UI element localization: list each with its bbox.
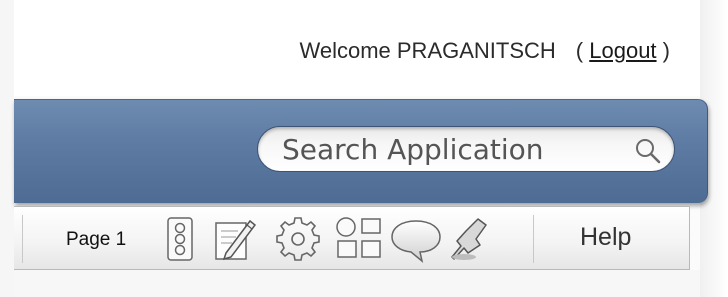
search-icon[interactable]: [634, 137, 662, 165]
toolbar-divider: [22, 215, 23, 263]
page-layout-icon[interactable]: [332, 215, 386, 263]
welcome-message: Welcome PRAGANITSCH ( Logout ): [299, 38, 670, 64]
help-link[interactable]: Help: [580, 223, 631, 252]
search-application-input[interactable]: [282, 131, 612, 167]
welcome-text: Welcome PRAGANITSCH: [299, 38, 556, 63]
comments-icon[interactable]: [389, 215, 443, 263]
logout-paren-open: (: [575, 38, 584, 63]
application-header-bar: [14, 99, 708, 203]
search-box[interactable]: [257, 126, 675, 172]
settings-gear-icon[interactable]: [274, 215, 322, 263]
welcome-area: Welcome PRAGANITSCH ( Logout ): [14, 0, 700, 96]
shared-components-icon[interactable]: [160, 215, 200, 263]
logout-paren-close: ): [662, 38, 670, 63]
toolbar-divider: [533, 215, 534, 263]
page-left-edge: [0, 0, 14, 297]
debug-pin-icon[interactable]: [448, 215, 494, 263]
page-number-label: Page 1: [66, 229, 127, 250]
developer-toolbar: Page 1 Help: [14, 206, 690, 270]
edit-page-icon[interactable]: [210, 215, 258, 263]
logout-link[interactable]: Logout: [589, 38, 656, 63]
below-toolbar-area: [14, 270, 700, 297]
